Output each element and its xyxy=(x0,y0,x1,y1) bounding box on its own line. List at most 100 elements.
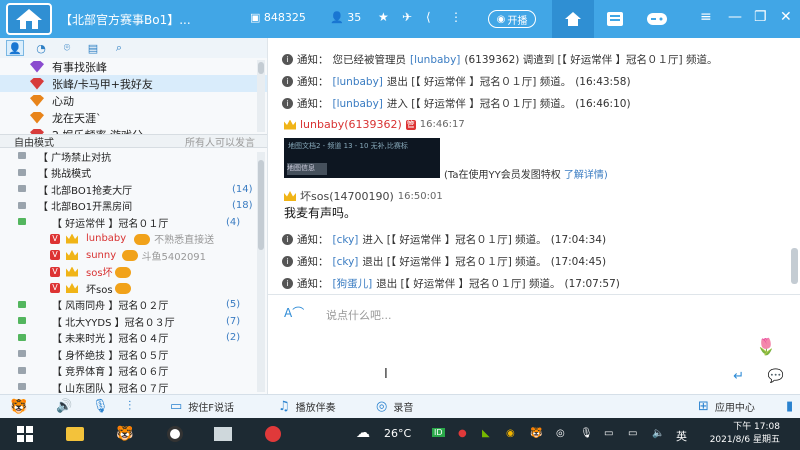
learn-more-link[interactable]: 了解详情) xyxy=(564,170,608,181)
yy-app-icon[interactable]: 🐯 xyxy=(114,424,136,444)
netease-icon[interactable] xyxy=(262,424,284,444)
tray-network-icon[interactable]: ▭ xyxy=(628,428,637,439)
push-to-talk-button[interactable]: ▭ 按住F说话 xyxy=(170,399,234,414)
tray-nvidia-icon[interactable]: ◣ xyxy=(482,428,490,439)
clock[interactable]: 下午 17:08 2021/8/6 星期五 xyxy=(710,421,780,447)
chat-bubble-icon[interactable]: 💬 xyxy=(768,369,784,384)
equalizer-icon[interactable]: ⫶ xyxy=(128,399,131,414)
favorites-scroll-thumb[interactable] xyxy=(258,62,264,74)
channel-user-item[interactable]: V 坏sos xyxy=(0,280,267,297)
media-app-icon[interactable] xyxy=(212,424,234,444)
text-cursor-icon: I xyxy=(384,367,388,382)
tree-scroll-thumb[interactable] xyxy=(258,160,264,250)
message-input[interactable]: 说点什么吧... xyxy=(326,307,392,323)
tray-display-icon[interactable]: ▭ xyxy=(604,428,613,439)
plane-icon[interactable]: ✈ xyxy=(402,10,412,24)
mic-icon[interactable]: 🎙 xyxy=(92,399,109,414)
channel-tree-item[interactable]: 【 北部BO1开黑房间 (18) xyxy=(0,198,267,215)
tab-board[interactable]: ▤ xyxy=(84,40,102,56)
tab-games[interactable] xyxy=(636,0,678,38)
tray-netease-icon[interactable]: ● xyxy=(458,428,467,439)
file-explorer-icon[interactable] xyxy=(64,424,86,444)
channel-tree-item[interactable]: 【 好运常伴 】冠名０１厅 (4) xyxy=(0,214,267,231)
notice-user-link[interactable]: [狗蛋儿] xyxy=(333,276,373,291)
medal-icon xyxy=(134,233,151,245)
mode-hint: 所有人可以发言 xyxy=(185,137,255,149)
tab-recent[interactable]: ◔ xyxy=(32,40,50,56)
notice-time: (16:46:10) xyxy=(575,97,631,110)
menu-icon[interactable]: ≡ xyxy=(700,9,712,25)
tray-mic-icon[interactable]: 🎙 xyxy=(580,428,593,439)
app-center-button[interactable]: ⊞ 应用中心 xyxy=(698,399,755,414)
avatar[interactable]: 🐯 xyxy=(10,399,27,415)
notice-user-link[interactable]: [lunbaby] xyxy=(333,98,383,110)
sender-name[interactable]: 坏sos(14700190) xyxy=(300,188,394,204)
speaker-icon[interactable]: 🔊 xyxy=(56,399,72,414)
notice-user-link[interactable]: [cky] xyxy=(333,234,359,246)
channel-user-item[interactable]: Vsos坏 xyxy=(0,264,267,281)
channel-user-item[interactable]: Vlunbaby 不熟悉直接送 xyxy=(0,231,267,248)
channel-tree-item[interactable]: 【 竞界体育 】冠名０６厅 xyxy=(0,363,267,380)
message-input-area[interactable]: A⌒ 说点什么吧... I 🌷 ↵ 💬 xyxy=(268,294,800,394)
channel-tree-item[interactable]: 【 北部BO1抢麦大厅 (14) xyxy=(0,181,267,198)
system-notice: i 通知： 您已经被管理员 [lunbaby] (6139362) 调遣到 [【 好运常… xyxy=(282,52,718,67)
tray-volume-icon[interactable]: 🔈 xyxy=(652,428,664,439)
favorite-channel-item[interactable]: 有事找张峰 xyxy=(0,58,267,75)
chat-scrollbar[interactable] xyxy=(791,48,798,288)
favorite-channel-label: 2 娱乐频率 游戏分 xyxy=(52,127,143,135)
maximize-icon[interactable]: ❐ xyxy=(754,9,767,25)
record-button[interactable]: ◎ 录音 xyxy=(376,399,413,414)
notice-rest: 退出 [【 好运常伴 】冠名０１厅] 频道。 xyxy=(362,256,547,268)
tab-search[interactable]: ⌕ xyxy=(110,40,128,56)
weather-icon[interactable]: ☁ xyxy=(356,425,370,441)
more-apps-icon[interactable]: ▮ xyxy=(786,399,793,414)
go-live-button[interactable]: ◉ 开播 xyxy=(488,10,536,28)
notice-user-link[interactable]: [cky] xyxy=(333,256,359,268)
tab-apps[interactable] xyxy=(594,0,636,38)
tray-eye-icon[interactable]: ◎ xyxy=(556,428,565,439)
send-icon[interactable]: ↵ xyxy=(733,369,744,384)
obs-icon[interactable] xyxy=(164,424,186,444)
tray-chrome-icon[interactable]: ◉ xyxy=(506,428,515,439)
admin-badge: 管 xyxy=(405,119,416,130)
tab-contacts[interactable]: 👤 xyxy=(6,40,24,56)
system-notice: i 通知： [狗蛋儿] 退出 [【 好运常伴 】冠名０１厅] 频道。 (17:07:57… xyxy=(282,276,620,291)
channel-tree-item[interactable]: 【 北大YYDS 】冠名０３厅 (7) xyxy=(0,313,267,330)
chat-scroll-thumb[interactable] xyxy=(791,248,798,284)
notice-user-link[interactable]: [lunbaby] xyxy=(410,54,460,66)
windows-start-icon[interactable] xyxy=(14,424,36,444)
channel-user-item[interactable]: Vsunny 斗鱼5402091 xyxy=(0,247,267,264)
ime-indicator[interactable]: 英 xyxy=(676,428,687,444)
star-icon[interactable]: ★ xyxy=(378,10,389,24)
sender-name[interactable]: lunbaby(6139362) xyxy=(300,118,402,131)
share-icon[interactable]: ⟨ xyxy=(426,10,431,24)
notice-time: (17:07:57) xyxy=(564,277,620,290)
channel-tree-item[interactable]: 【 风雨同舟 】冠名０２厅 (5) xyxy=(0,297,267,314)
favorite-channel-item[interactable]: 心动 xyxy=(0,92,267,109)
sender-time: 16:50:01 xyxy=(397,190,443,202)
system-notice: i 通知： [lunbaby] 进入 [【 好运常伴 】冠名０１厅] 频道。 (16:4… xyxy=(282,96,631,111)
channel-tree-item[interactable]: 【 广场禁止对抗 xyxy=(0,148,267,165)
notice-user-link[interactable]: [lunbaby] xyxy=(333,76,383,88)
channel-tree-item[interactable]: 【 身怀绝技 】冠名０５厅 xyxy=(0,346,267,363)
channel-tree-item[interactable]: 【 未来时光 】冠名０４厅 (2) xyxy=(0,330,267,347)
flower-icon[interactable]: 🌷 xyxy=(756,337,776,356)
favorite-channel-item[interactable]: 龙在天涯` xyxy=(0,109,267,126)
more-icon[interactable]: ⋮ xyxy=(450,10,462,24)
play-music-button[interactable]: ♫ 播放伴奏 xyxy=(278,399,336,414)
image-attachment[interactable]: 地图文档2 - 频道 13 - 10 无补,比赛标 地图信息 xyxy=(284,138,440,178)
tab-location[interactable]: ⌾ xyxy=(58,40,76,56)
tray-yy-icon[interactable]: 🐯 xyxy=(530,428,542,439)
font-style-icon[interactable]: A⌒ xyxy=(284,304,306,320)
channel-tree-item[interactable]: 【 挑战模式 xyxy=(0,165,267,182)
tray-app-icon[interactable]: ID xyxy=(432,428,445,437)
person-icon: 👤 xyxy=(8,41,22,55)
tree-scrollbar[interactable] xyxy=(257,152,265,392)
close-icon[interactable]: ✕ xyxy=(780,9,792,25)
weather-temp[interactable]: 26°C xyxy=(384,427,411,440)
minimize-icon[interactable]: — xyxy=(728,9,742,25)
tab-home[interactable] xyxy=(552,0,594,38)
favorites-scrollbar[interactable] xyxy=(257,60,265,132)
home-logo-icon[interactable] xyxy=(6,3,52,35)
favorite-channel-item[interactable]: 张峰/卡马甲+我好友 xyxy=(0,75,267,92)
